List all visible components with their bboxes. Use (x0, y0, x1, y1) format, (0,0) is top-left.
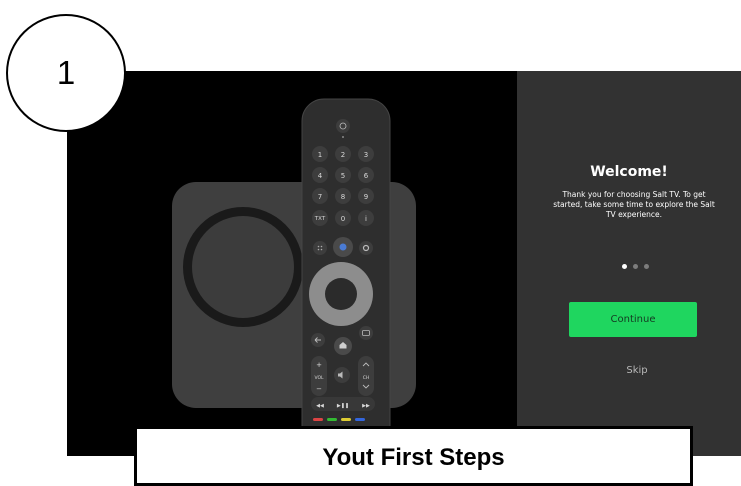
fast-forward-icon: ▶▶ (362, 403, 370, 409)
key-5: 5 (341, 172, 345, 180)
key-0: 0 (341, 215, 345, 223)
box-disc (192, 216, 294, 318)
rewind-icon: ◀◀ (316, 403, 324, 409)
welcome-panel: Welcome! Thank you for choosing Salt TV.… (517, 71, 741, 456)
volume-down-icon: − (316, 385, 322, 393)
key-7: 7 (318, 193, 322, 201)
volume-up-icon: + (316, 361, 322, 369)
settings-gear-icon (359, 241, 373, 255)
key-4: 4 (318, 172, 323, 180)
key-3: 3 (364, 151, 368, 159)
pager-dots (529, 264, 741, 269)
key-2: 2 (341, 151, 345, 159)
key-9: 9 (364, 193, 368, 201)
key-info: i (365, 215, 367, 223)
product-illustration: 1 2 3 4 5 6 7 8 9 TXT 0 i + VOL − CH ◀◀ … (172, 98, 416, 456)
play-pause-icon: ▶❚❚ (337, 403, 349, 409)
ok-button (325, 278, 357, 310)
pager-dot[interactable] (643, 264, 649, 269)
key-8: 8 (341, 193, 345, 201)
welcome-description: Thank you for choosing Salt TV. To get s… (553, 190, 715, 219)
key-6: 6 (364, 172, 369, 180)
channel-label: CH (363, 375, 370, 381)
power-icon (336, 119, 350, 133)
apps-grid-icon (313, 241, 327, 255)
key-txt: TXT (314, 216, 326, 222)
welcome-title: Welcome! (590, 164, 668, 180)
key-1: 1 (318, 151, 322, 159)
continue-button[interactable]: Continue (569, 302, 697, 337)
pager-dot[interactable] (632, 264, 638, 269)
pager-dot-active[interactable] (621, 264, 627, 269)
caption-title: Yout First Steps (134, 426, 693, 486)
remote-control: 1 2 3 4 5 6 7 8 9 TXT 0 i + VOL − CH ◀◀ … (301, 98, 391, 456)
volume-label: VOL (314, 375, 324, 381)
tv-screen: 1 2 3 4 5 6 7 8 9 TXT 0 i + VOL − CH ◀◀ … (67, 71, 741, 456)
skip-button[interactable]: Skip (533, 365, 741, 376)
guide-icon (359, 326, 373, 340)
step-number-badge: 1 (6, 14, 126, 132)
